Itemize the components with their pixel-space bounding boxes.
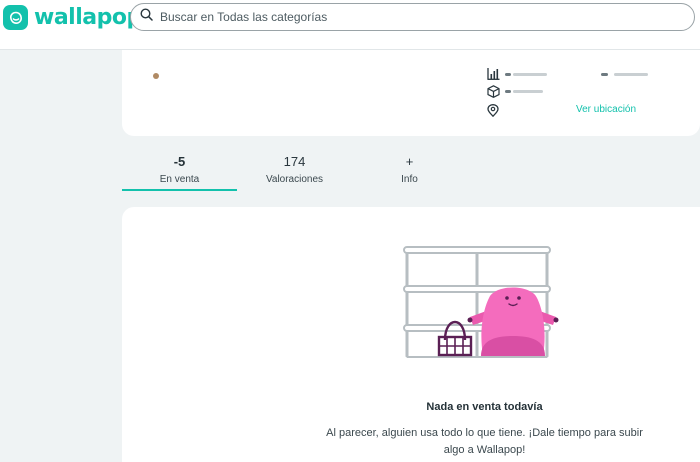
- redacted-text: [505, 89, 511, 93]
- location-pin-icon: [486, 103, 500, 117]
- avatar[interactable]: [153, 73, 159, 79]
- bar-chart-icon: [486, 67, 500, 81]
- empty-state-description: Al parecer, alguien usa todo lo que tien…: [326, 427, 643, 456]
- search-bar[interactable]: [130, 3, 695, 31]
- profile-card: Ver ubicación: [122, 50, 700, 136]
- redacted-text: [614, 72, 648, 76]
- location-row: [486, 103, 500, 117]
- tab-en-venta[interactable]: -5 En venta: [122, 150, 237, 192]
- tab-label: Valoraciones: [265, 174, 324, 185]
- redacted-text: [505, 72, 511, 76]
- logo-text: wallapop: [34, 5, 142, 30]
- redacted-text: [601, 72, 608, 76]
- profile-tabs: -5 En venta 174 Valoraciones + Info: [122, 150, 700, 194]
- tab-label: Info: [401, 174, 418, 185]
- tab-count: 174: [283, 154, 306, 169]
- stats-row: [486, 67, 648, 81]
- tab-info[interactable]: + Info: [352, 150, 467, 192]
- tab-count: -5: [173, 154, 186, 169]
- tab-valoraciones[interactable]: 174 Valoraciones: [237, 150, 352, 192]
- tab-label: En venta: [159, 174, 200, 185]
- listings-panel: Nada en venta todavía Al parecer, alguie…: [122, 207, 700, 462]
- search-input[interactable]: [160, 10, 680, 24]
- view-location-link[interactable]: Ver ubicación: [576, 104, 636, 115]
- shipping-row: [486, 84, 543, 98]
- active-tab-indicator: [122, 189, 237, 191]
- search-icon: [140, 8, 153, 26]
- box-icon: [486, 84, 500, 98]
- redacted-text: [513, 72, 547, 76]
- tab-count: +: [405, 154, 414, 169]
- empty-state-title: Nada en venta todavía: [426, 401, 543, 413]
- redacted-text: [513, 89, 543, 93]
- wallapop-logo[interactable]: wallapop: [3, 4, 142, 31]
- wallapop-logo-icon: [3, 5, 28, 30]
- empty-shelf-illustration: [403, 246, 559, 358]
- top-bar: wallapop: [0, 0, 700, 50]
